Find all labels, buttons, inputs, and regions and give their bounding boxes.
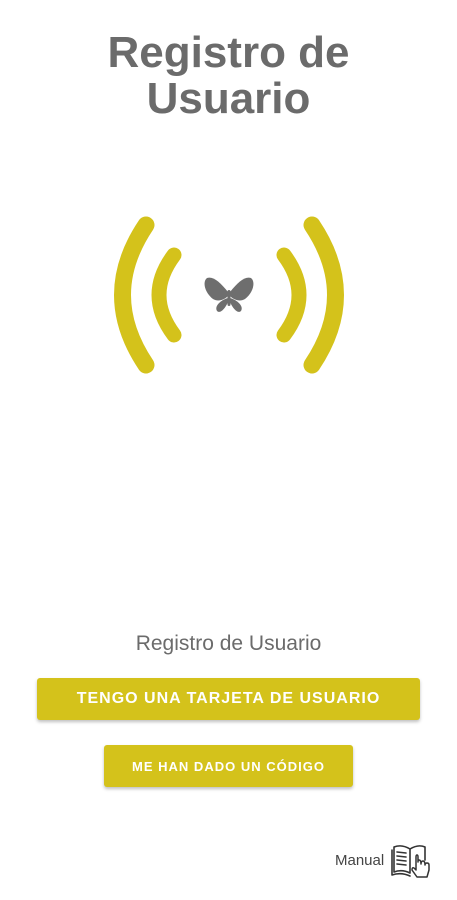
right-inner-wave [276,247,307,343]
page-title: Registro de Usuario [0,30,457,122]
left-outer-wave [114,216,155,374]
right-outer-wave [303,216,344,374]
manual-label: Manual [335,851,385,869]
signal-waves-graphic [114,216,344,374]
have-user-card-button[interactable]: TENGO UNA TARJETA DE USUARIO [37,678,420,720]
page-title-line-2: Usuario [146,74,311,123]
registration-subtitle: Registro de Usuario [135,632,322,655]
book-pointer-icon [391,845,430,878]
manual-link[interactable]: Manual [335,838,445,882]
page-title-line-1: Registro de [107,28,350,77]
have-code-button[interactable]: ME HAN DADO UN CÓDIGO [104,745,353,787]
left-inner-wave [151,247,182,343]
butterfly-icon [204,277,254,312]
